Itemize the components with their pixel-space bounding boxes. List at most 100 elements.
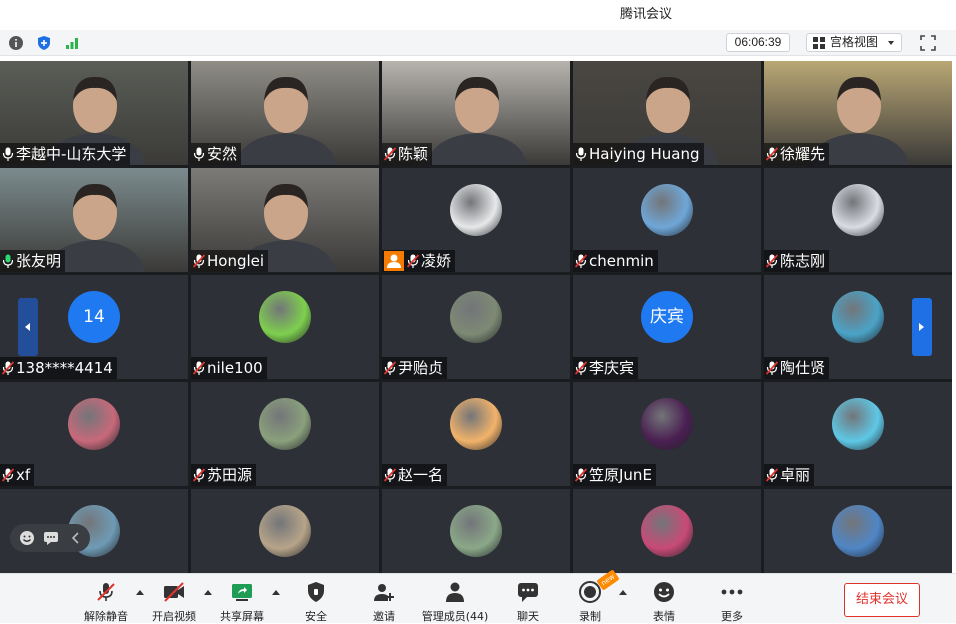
avatar: [450, 184, 502, 236]
record-options-caret[interactable]: [619, 590, 627, 595]
mic-muted-icon: [766, 254, 778, 268]
participant-tile[interactable]: nile100: [191, 275, 379, 379]
reactions-label: 表情: [653, 610, 675, 623]
smile-icon[interactable]: [19, 530, 35, 546]
more-dots-icon: [721, 589, 743, 595]
nameplate: 徐耀先: [764, 143, 830, 165]
view-mode-dropdown[interactable]: 宫格视图: [806, 33, 902, 52]
mic-icon: [2, 254, 14, 268]
mic-muted-icon: [575, 254, 587, 268]
mic-muted-icon: [575, 361, 587, 375]
participant-tile[interactable]: 张友明: [0, 168, 188, 272]
participant-tile[interactable]: Honglei: [191, 168, 379, 272]
share-screen-button[interactable]: 共享屏幕: [218, 578, 266, 623]
share-screen-label: 共享屏幕: [220, 610, 264, 623]
prev-page-button[interactable]: [18, 298, 38, 356]
fullscreen-icon[interactable]: [920, 35, 936, 51]
participant-tile[interactable]: 凌娇: [382, 168, 570, 272]
participant-tile[interactable]: 陈志刚: [764, 168, 952, 272]
mic-muted-icon: [193, 254, 205, 268]
meeting-info-bar: 06:06:39 宫格视图: [0, 30, 956, 56]
avatar: [259, 505, 311, 557]
participant-name: 李庆宾: [589, 359, 635, 377]
participant-tile[interactable]: 李越中-山东大学: [0, 61, 188, 165]
manage-members-button[interactable]: 管理成员(44): [420, 578, 490, 623]
mic-muted-icon: [193, 468, 205, 482]
participant-tile[interactable]: 赵一名: [382, 382, 570, 486]
info-icon[interactable]: [8, 35, 24, 51]
avatar: [450, 291, 502, 343]
participant-tile[interactable]: 安然: [191, 61, 379, 165]
record-label: 录制: [579, 610, 601, 623]
unmute-button[interactable]: 解除静音: [82, 578, 130, 623]
chat-bubble-icon[interactable]: [43, 530, 59, 546]
signal-icon[interactable]: [64, 35, 80, 51]
grid-view-icon: [813, 37, 825, 49]
share-options-caret[interactable]: [272, 590, 280, 595]
avatar: [450, 505, 502, 557]
title-bar: 腾讯会议: [0, 0, 956, 30]
nameplate: 李越中-山东大学: [0, 143, 131, 165]
nameplate: chenmin: [573, 250, 658, 272]
start-video-button[interactable]: 开启视频: [150, 578, 198, 623]
next-page-button[interactable]: [912, 298, 932, 356]
collapse-icon[interactable]: [68, 530, 84, 546]
mic-icon: [2, 147, 14, 161]
participant-tile[interactable]: Haiying Huang: [573, 61, 761, 165]
nameplate: 陶仕贤: [764, 357, 830, 379]
avatar: [450, 398, 502, 450]
security-button[interactable]: 安全: [296, 578, 336, 623]
participant-tile[interactable]: chenmin: [573, 168, 761, 272]
mic-muted-icon: [384, 361, 396, 375]
mic-icon: [575, 147, 587, 161]
nameplate: nile100: [191, 357, 267, 379]
more-button[interactable]: 更多: [712, 578, 752, 623]
nameplate: 李庆宾: [573, 357, 639, 379]
chevron-right-icon: [919, 323, 924, 331]
mic-muted-icon: [2, 361, 14, 375]
members-icon: [446, 582, 464, 602]
avatar: [641, 398, 693, 450]
avatar: [832, 398, 884, 450]
participant-tile[interactable]: 陈颖: [382, 61, 570, 165]
participant-tile[interactable]: xf: [0, 382, 188, 486]
mic-muted-icon: [766, 468, 778, 482]
participant-tile[interactable]: 庆宾 李庆宾: [573, 275, 761, 379]
mic-muted-icon: [2, 468, 14, 482]
shield-icon[interactable]: [36, 35, 52, 51]
participant-name: 陈颖: [398, 145, 429, 163]
participant-tile[interactable]: 苏田源: [191, 382, 379, 486]
participant-name: 陈志刚: [780, 252, 826, 270]
participant-name: 凌娇: [421, 252, 452, 270]
chat-button[interactable]: 聊天: [508, 578, 548, 623]
avatar: [641, 505, 693, 557]
nameplate: Haiying Huang: [573, 143, 704, 165]
start-video-label: 开启视频: [152, 610, 196, 623]
nameplate: 尹贻贞: [382, 357, 448, 379]
participant-tile[interactable]: 徐耀先: [764, 61, 952, 165]
participant-name: Haiying Huang: [589, 145, 700, 163]
participant-tile[interactable]: 卓丽: [764, 382, 952, 486]
nameplate: 张友明: [0, 250, 66, 272]
participant-tile[interactable]: 尹贻贞: [382, 275, 570, 379]
reactions-button[interactable]: 表情: [644, 578, 684, 623]
avatar: 14: [68, 291, 120, 343]
participant-name: 李越中-山东大学: [16, 145, 127, 163]
mic-muted-icon: [766, 361, 778, 375]
nameplate: 安然: [191, 143, 242, 165]
chat-icon: [518, 583, 538, 602]
nameplate: xf: [0, 464, 35, 486]
participant-name: xf: [16, 466, 31, 484]
nameplate: 笠原JunE: [573, 464, 656, 486]
participant-tile[interactable]: 笠原JunE: [573, 382, 761, 486]
mic-muted-icon: [193, 361, 205, 375]
end-meeting-button[interactable]: 结束会议: [844, 583, 920, 617]
floating-reaction-bar: [10, 524, 90, 552]
participant-name: 笠原JunE: [589, 466, 652, 484]
audio-options-caret[interactable]: [136, 590, 144, 595]
invite-button[interactable]: 邀请: [364, 578, 404, 623]
video-options-caret[interactable]: [204, 590, 212, 595]
manage-members-label: 管理成员(44): [421, 610, 489, 623]
avatar: [641, 184, 693, 236]
participant-name: nile100: [207, 359, 263, 377]
